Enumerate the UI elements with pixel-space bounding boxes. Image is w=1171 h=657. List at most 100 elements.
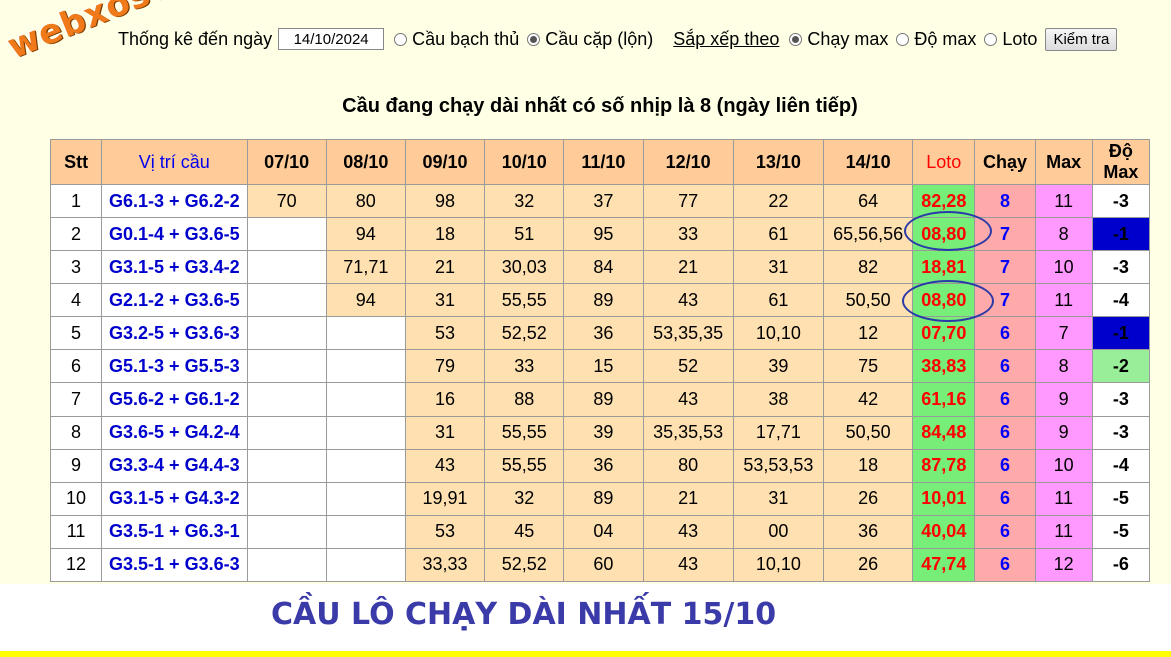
radio-cap-lon[interactable]: Cầu cặp (lộn) bbox=[527, 29, 653, 50]
cell-position-link[interactable]: G3.3-4 + G4.4-3 bbox=[101, 448, 248, 483]
cell-stt: 4 bbox=[49, 283, 103, 318]
cell-date-value: 32 bbox=[484, 481, 565, 516]
col-header-position: Vị trí cầu bbox=[101, 139, 248, 185]
cell-date-value bbox=[246, 316, 327, 351]
cell-date-value: 53,53,53 bbox=[732, 448, 825, 483]
check-button[interactable]: Kiểm tra bbox=[1045, 27, 1118, 51]
cell-chay: 8 bbox=[974, 183, 1036, 219]
cell-date-value bbox=[325, 547, 406, 583]
cell-date-value bbox=[246, 349, 327, 384]
cell-position-link[interactable]: G3.5-1 + G3.6-3 bbox=[101, 547, 248, 583]
col-header-date: 08/10 bbox=[325, 139, 406, 185]
radio-do-max-label: Độ max bbox=[914, 28, 977, 49]
cell-position-link[interactable]: G3.1-5 + G3.4-2 bbox=[101, 250, 248, 285]
radio-circle-icon[interactable] bbox=[789, 32, 803, 46]
col-header-date: 09/10 bbox=[404, 139, 486, 185]
cell-date-value bbox=[325, 382, 406, 417]
filter-controls: Thống kê đến ngày Cầu bạch thủ Cầu cặp (… bbox=[118, 26, 1118, 52]
cell-loto: 08,80 bbox=[912, 217, 976, 252]
table-row: 3 G3.1-5 + G3.4-2 71,71 21 30,03 84 21 31 82 18,8… bbox=[49, 250, 1151, 285]
cell-date-value: 43 bbox=[642, 514, 734, 549]
cell-date-value: 37 bbox=[563, 183, 644, 219]
col-header-date: 13/10 bbox=[732, 139, 825, 185]
cell-date-value bbox=[246, 514, 327, 549]
col-header-stt: Stt bbox=[49, 139, 103, 185]
cell-max: 9 bbox=[1034, 415, 1093, 450]
cell-max: 8 bbox=[1034, 217, 1093, 252]
cell-chay: 6 bbox=[974, 514, 1036, 549]
cell-stt: 10 bbox=[49, 481, 103, 516]
col-header-date: 10/10 bbox=[484, 139, 565, 185]
cell-max: 12 bbox=[1034, 547, 1093, 583]
cell-date-value: 43 bbox=[642, 547, 734, 583]
table-row: 2 G0.1-4 + G3.6-5 94 18 51 95 33 61 65,56,56 08,8… bbox=[49, 217, 1151, 252]
cell-date-value: 43 bbox=[642, 283, 734, 318]
table-row: 5 G3.2-5 + G3.6-3 53 52,52 36 53,35,35 10,10 12… bbox=[49, 316, 1151, 351]
col-header-do-max-line2: Max bbox=[1103, 162, 1139, 182]
cell-date-value: 95 bbox=[563, 217, 644, 252]
cell-date-value: 21 bbox=[642, 250, 734, 285]
radio-circle-icon[interactable] bbox=[394, 32, 408, 46]
cell-position-link[interactable]: G5.6-2 + G6.1-2 bbox=[101, 382, 248, 417]
cell-date-value bbox=[246, 415, 327, 450]
cell-position-link[interactable]: G3.6-5 + G4.2-4 bbox=[101, 415, 248, 450]
cell-stt: 9 bbox=[49, 448, 103, 483]
table-row: 9 G3.3-4 + G4.4-3 43 55,55 36 80 53,53,53 18 87,… bbox=[49, 448, 1151, 483]
radio-loto[interactable]: Loto bbox=[984, 29, 1037, 50]
radio-circle-icon[interactable] bbox=[896, 32, 910, 46]
cell-date-value: 32 bbox=[484, 183, 565, 219]
cell-date-value: 89 bbox=[563, 283, 644, 318]
radio-bach-thu[interactable]: Cầu bạch thủ bbox=[394, 29, 519, 50]
cell-do-max: -2 bbox=[1091, 349, 1151, 384]
cell-date-value: 61 bbox=[732, 283, 825, 318]
cell-date-value bbox=[325, 349, 406, 384]
cell-date-value: 60 bbox=[563, 547, 644, 583]
cell-position-link[interactable]: G6.1-3 + G6.2-2 bbox=[101, 183, 248, 219]
radio-circle-icon[interactable] bbox=[984, 32, 998, 46]
cell-do-max: -6 bbox=[1091, 547, 1151, 583]
col-header-date: 11/10 bbox=[563, 139, 644, 185]
cell-position-link[interactable]: G0.1-4 + G3.6-5 bbox=[101, 217, 248, 252]
cell-stt: 8 bbox=[49, 415, 103, 450]
cell-max: 9 bbox=[1034, 382, 1093, 417]
radio-circle-icon[interactable] bbox=[527, 32, 541, 46]
cell-position-link[interactable]: G3.2-5 + G3.6-3 bbox=[101, 316, 248, 351]
sort-by-link[interactable]: Sắp xếp theo bbox=[673, 29, 779, 50]
cell-date-value: 36 bbox=[563, 448, 644, 483]
cell-date-value: 00 bbox=[732, 514, 825, 549]
cell-position-link[interactable]: G3.1-5 + G4.3-2 bbox=[101, 481, 248, 516]
cell-position-link[interactable]: G2.1-2 + G3.6-5 bbox=[101, 283, 248, 318]
cell-chay: 7 bbox=[974, 217, 1036, 252]
cell-date-value bbox=[246, 448, 327, 483]
table-row: 8 G3.6-5 + G4.2-4 31 55,55 39 35,35,53 17,71 50… bbox=[49, 415, 1151, 450]
cell-date-value: 94 bbox=[325, 217, 406, 252]
date-input[interactable] bbox=[278, 28, 385, 50]
cell-stt: 11 bbox=[49, 514, 103, 549]
cell-date-value bbox=[246, 481, 327, 516]
cell-date-value: 89 bbox=[563, 481, 644, 516]
cell-do-max: -3 bbox=[1091, 415, 1151, 450]
cell-date-value bbox=[246, 250, 327, 285]
table-row: 11 G3.5-1 + G6.3-1 53 45 04 43 00 36 40,04 6 11 -5 bbox=[49, 514, 1151, 549]
cell-position-link[interactable]: G5.1-3 + G5.5-3 bbox=[101, 349, 248, 384]
cell-date-value: 65,56,56 bbox=[822, 217, 914, 252]
cell-date-value bbox=[246, 217, 327, 252]
cell-date-value: 71,71 bbox=[325, 250, 406, 285]
col-header-date: 12/10 bbox=[642, 139, 734, 185]
results-table: Stt Vị trí cầu 07/10 08/10 09/10 10/10 1… bbox=[49, 139, 1151, 583]
cell-date-value: 50,50 bbox=[822, 415, 914, 450]
cell-date-value: 52,52 bbox=[484, 547, 565, 583]
cell-position-link[interactable]: G3.5-1 + G6.3-1 bbox=[101, 514, 248, 549]
cell-date-value: 21 bbox=[404, 250, 486, 285]
cell-date-value: 31 bbox=[404, 415, 486, 450]
col-header-date: 07/10 bbox=[246, 139, 327, 185]
cell-loto: 38,83 bbox=[912, 349, 976, 384]
radio-do-max[interactable]: Độ max bbox=[896, 29, 976, 50]
cell-date-value: 36 bbox=[563, 316, 644, 351]
cell-stt: 6 bbox=[49, 349, 103, 384]
footer-banner: CẦU LÔ CHẠY DÀI NHẤT 15/10 bbox=[0, 584, 1171, 652]
radio-chay-max[interactable]: Chạy max bbox=[789, 29, 888, 50]
cell-date-value: 53 bbox=[404, 514, 486, 549]
cell-max: 7 bbox=[1034, 316, 1093, 351]
cell-loto: 84,48 bbox=[912, 415, 976, 450]
